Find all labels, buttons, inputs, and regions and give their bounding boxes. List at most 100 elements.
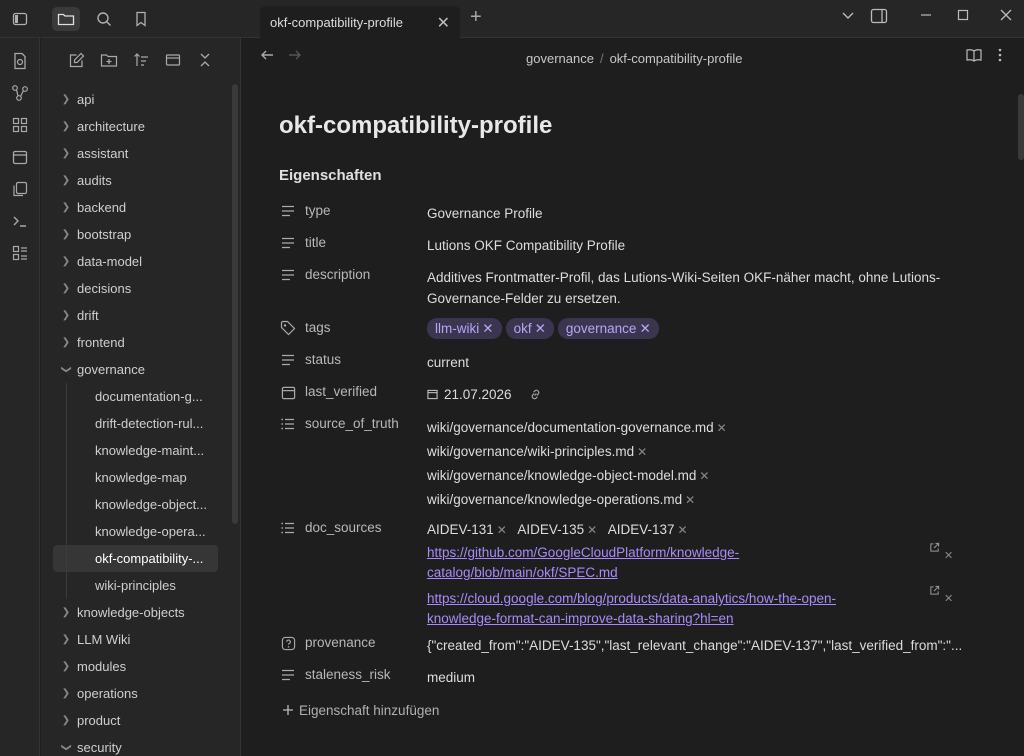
remove-item-icon[interactable]: ✕	[587, 523, 597, 537]
file-knowledge-maintenance[interactable]: knowledge-maint...	[41, 437, 231, 464]
sort-icon[interactable]	[131, 50, 151, 70]
property-value[interactable]: Governance Profile	[427, 203, 967, 224]
templates-icon[interactable]	[9, 178, 31, 200]
editor-scrollbar[interactable]	[1018, 94, 1024, 160]
external-link-icon[interactable]	[929, 542, 940, 556]
folder-decisions[interactable]: ❯ decisions	[41, 275, 231, 302]
folder-data-model[interactable]: ❯ data-model	[41, 248, 231, 275]
new-note-icon[interactable]	[67, 50, 87, 70]
date-field[interactable]: 21.07.2026	[427, 384, 967, 407]
file-drift-detection-rules[interactable]: drift-detection-rul...	[41, 410, 231, 437]
external-link-icon[interactable]	[929, 585, 940, 599]
remove-item-icon[interactable]: ✕	[944, 592, 953, 605]
property-value[interactable]: {"created_from":"AIDEV-135","last_releva…	[427, 635, 967, 656]
tab-close-icon[interactable]: ✕	[437, 13, 450, 33]
remove-item-icon[interactable]: ✕	[637, 445, 647, 459]
property-name[interactable]: source_of_truth	[305, 416, 399, 431]
quick-switcher-icon[interactable]	[9, 50, 31, 72]
tab-note[interactable]: okf-compatibility-profile ✕	[260, 6, 460, 38]
sidebar-scrollbar[interactable]	[232, 84, 238, 524]
list-value-item[interactable]: wiki/governance/documentation-governance…	[427, 416, 967, 440]
doc-source-link[interactable]: https://cloud.google.com/blog/products/d…	[427, 591, 836, 626]
file-okf-compatibility-profile[interactable]: okf-compatibility-...	[53, 545, 218, 572]
remove-tag-icon[interactable]: ✕	[535, 321, 546, 336]
remove-tag-icon[interactable]: ✕	[639, 321, 650, 336]
folder-api[interactable]: ❯ api	[41, 86, 231, 113]
property-name[interactable]: tags	[305, 320, 331, 335]
new-tab-icon[interactable]: +	[470, 6, 482, 29]
list-value-item[interactable]: AIDEV-135 ✕	[517, 522, 597, 537]
properties-heading[interactable]: Eigenschaften	[279, 167, 382, 184]
list-value-item[interactable]: AIDEV-131 ✕	[427, 522, 507, 537]
maximize-icon[interactable]	[951, 8, 975, 26]
back-arrow-icon[interactable]	[260, 48, 274, 66]
property-name[interactable]: last_verified	[305, 384, 377, 399]
add-property-button[interactable]: Eigenschaft hinzufügen	[282, 703, 439, 719]
list-value-item[interactable]: wiki/governance/knowledge-operations.md ✕	[427, 488, 967, 512]
tag-pill[interactable]: governance ✕	[557, 318, 659, 339]
date-picker-icon[interactable]	[427, 385, 438, 406]
folder-bootstrap[interactable]: ❯ bootstrap	[41, 221, 231, 248]
file-wiki-principles[interactable]: wiki-principles	[41, 572, 231, 599]
list-value-item[interactable]: wiki/governance/knowledge-object-model.m…	[427, 464, 967, 488]
property-name[interactable]: status	[305, 352, 341, 367]
file-documentation-governance[interactable]: documentation-g...	[41, 383, 231, 410]
doc-source-link[interactable]: https://github.com/GoogleCloudPlatform/k…	[427, 545, 739, 580]
property-name[interactable]: title	[305, 235, 326, 250]
property-value[interactable]: medium	[427, 667, 967, 688]
folder-frontend[interactable]: ❯ frontend	[41, 329, 231, 356]
canvas-icon[interactable]	[9, 114, 31, 136]
collapse-all-icon[interactable]	[195, 50, 215, 70]
remove-item-icon[interactable]: ✕	[685, 493, 695, 507]
folder-modules[interactable]: ❯ modules	[41, 653, 231, 680]
folder-audits[interactable]: ❯ audits	[41, 167, 231, 194]
folder-backend[interactable]: ❯ backend	[41, 194, 231, 221]
graph-view-icon[interactable]	[9, 82, 31, 104]
property-name[interactable]: staleness_risk	[305, 667, 391, 682]
link-icon[interactable]	[529, 386, 542, 407]
more-options-icon[interactable]	[998, 48, 1002, 66]
search-icon[interactable]	[90, 7, 118, 31]
folder-security[interactable]: ❯ security	[41, 734, 231, 756]
folder-knowledge-objects[interactable]: ❯ knowledge-objects	[41, 599, 231, 626]
folder-llm-wiki[interactable]: ❯ LLM Wiki	[41, 626, 231, 653]
property-name[interactable]: type	[305, 203, 331, 218]
bases-icon[interactable]	[9, 242, 31, 264]
folder-assistant[interactable]: ❯ assistant	[41, 140, 231, 167]
property-value[interactable]: Additives Frontmatter-Profil, das Lution…	[427, 267, 967, 309]
terminal-icon[interactable]	[9, 210, 31, 232]
list-value-item[interactable]: wiki/governance/wiki-principles.md ✕	[427, 440, 967, 464]
sidebar-toggle-icon[interactable]	[6, 7, 34, 31]
auto-reveal-icon[interactable]	[163, 50, 183, 70]
folder-product[interactable]: ❯ product	[41, 707, 231, 734]
tag-pill[interactable]: llm-wiki ✕	[427, 318, 502, 339]
folder-operations[interactable]: ❯ operations	[41, 680, 231, 707]
forward-arrow-icon[interactable]	[288, 48, 302, 66]
bookmark-icon[interactable]	[127, 7, 155, 31]
calendar-icon[interactable]	[9, 146, 31, 168]
breadcrumb-file[interactable]: okf-compatibility-profile	[610, 51, 743, 66]
remove-item-icon[interactable]: ✕	[497, 523, 507, 537]
minimize-icon[interactable]	[914, 8, 938, 26]
remove-tag-icon[interactable]: ✕	[482, 321, 493, 336]
reading-view-icon[interactable]	[966, 48, 982, 66]
property-value[interactable]: Lutions OKF Compatibility Profile	[427, 235, 967, 256]
remove-item-icon[interactable]: ✕	[717, 421, 727, 435]
remove-item-icon[interactable]: ✕	[944, 549, 953, 562]
property-name[interactable]: provenance	[305, 635, 376, 650]
right-sidebar-toggle-icon[interactable]	[867, 8, 891, 29]
page-title[interactable]: okf-compatibility-profile	[279, 112, 552, 140]
folder-governance[interactable]: ❯ governance	[41, 356, 231, 383]
property-value[interactable]: current	[427, 352, 967, 373]
file-knowledge-operations[interactable]: knowledge-opera...	[41, 518, 231, 545]
remove-item-icon[interactable]: ✕	[699, 469, 709, 483]
property-name[interactable]: doc_sources	[305, 520, 382, 535]
folder-architecture[interactable]: ❯ architecture	[41, 113, 231, 140]
breadcrumb-folder[interactable]: governance	[526, 51, 594, 66]
folder-icon[interactable]	[52, 7, 80, 31]
property-name[interactable]: description	[305, 267, 370, 282]
remove-item-icon[interactable]: ✕	[678, 523, 688, 537]
folder-drift[interactable]: ❯ drift	[41, 302, 231, 329]
file-knowledge-map[interactable]: knowledge-map	[41, 464, 231, 491]
close-window-icon[interactable]	[994, 8, 1018, 26]
